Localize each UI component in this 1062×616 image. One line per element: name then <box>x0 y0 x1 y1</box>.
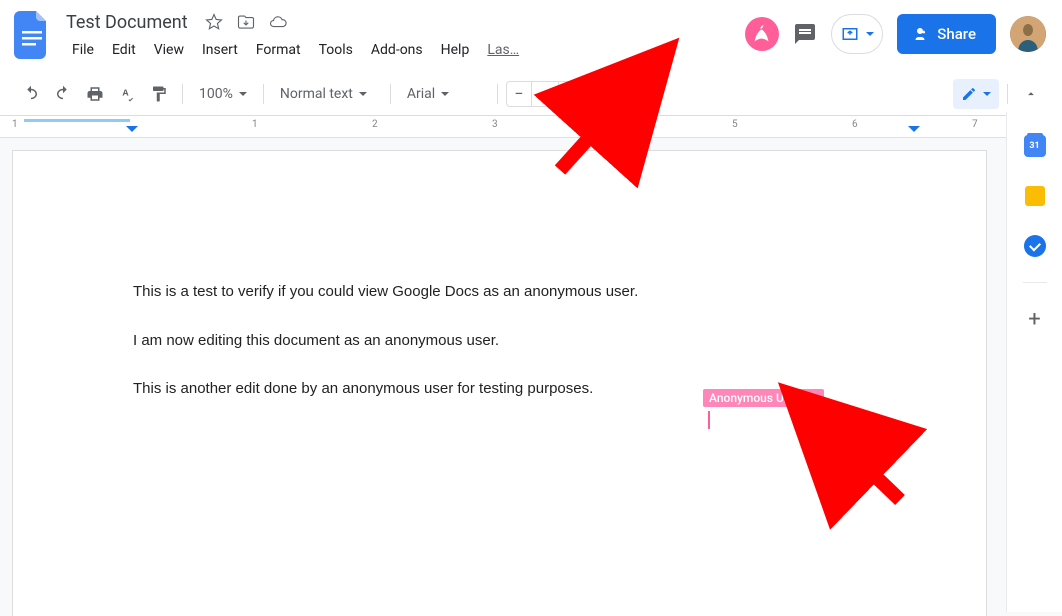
side-panel: 31 + <box>1006 112 1062 612</box>
ruler-tick: 6 <box>852 119 858 130</box>
title-area: Test Document File Edit View Insert Form… <box>60 8 527 62</box>
move-icon[interactable] <box>234 10 258 34</box>
menu-format[interactable]: Format <box>248 38 309 62</box>
menu-insert[interactable]: Insert <box>194 38 246 62</box>
document-page[interactable]: This is a test to verify if you could vi… <box>12 150 987 616</box>
ruler-tick: 1 <box>252 119 258 130</box>
undo-button[interactable] <box>16 79 46 109</box>
menu-help[interactable]: Help <box>433 38 478 62</box>
font-dropdown[interactable]: Arial <box>399 79 489 109</box>
caret-down-icon <box>239 92 247 96</box>
app-header: Test Document File Edit View Insert Form… <box>0 0 1062 68</box>
menu-view[interactable]: View <box>146 38 192 62</box>
menu-bar: File Edit View Insert Format Tools Add-o… <box>60 38 527 62</box>
font-size-decrease[interactable]: − <box>507 82 531 106</box>
paragraph[interactable]: This is a test to verify if you could vi… <box>133 281 876 304</box>
more-toolbar-button[interactable] <box>598 79 628 109</box>
ruler-left-indent[interactable] <box>126 126 138 134</box>
caret-down-icon <box>359 92 367 96</box>
present-button[interactable] <box>831 14 883 54</box>
collaborator-cursor-label: Anonymous Unicorn <box>703 389 824 407</box>
share-button[interactable]: Share <box>897 14 996 54</box>
anonymous-user-avatar[interactable] <box>745 17 779 51</box>
toolbar: 100% Normal text Arial − + <box>0 72 1062 116</box>
ruler-tick: 5 <box>732 119 738 130</box>
document-canvas[interactable]: This is a test to verify if you could vi… <box>0 138 1062 616</box>
paragraph-style-dropdown[interactable]: Normal text <box>272 79 382 109</box>
ruler-tick: 4 <box>612 119 618 130</box>
present-caret-icon <box>866 32 874 36</box>
menu-tools[interactable]: Tools <box>311 38 361 62</box>
paragraph[interactable]: I am now editing this document as an ano… <box>133 330 876 353</box>
paint-format-button[interactable] <box>144 79 174 109</box>
menu-edit[interactable]: Edit <box>104 38 144 62</box>
caret-down-icon <box>983 92 991 96</box>
caret-down-icon <box>441 92 449 96</box>
ruler-margin-bar <box>24 119 130 122</box>
comment-history-icon[interactable] <box>793 22 817 46</box>
ruler-tick: 3 <box>492 119 498 130</box>
ruler-tick: 7 <box>972 119 978 130</box>
collaborator-cursor <box>708 411 710 429</box>
cloud-status-icon[interactable] <box>266 10 290 34</box>
menu-addons[interactable]: Add-ons <box>363 38 431 62</box>
font-size-increase[interactable]: + <box>563 82 587 106</box>
tasks-icon[interactable] <box>1021 232 1049 260</box>
last-edit-link[interactable]: Las… <box>479 38 527 62</box>
account-avatar[interactable] <box>1010 16 1046 52</box>
menu-file[interactable]: File <box>64 38 102 62</box>
star-icon[interactable] <box>202 10 226 34</box>
side-panel-separator <box>1023 282 1047 283</box>
redo-button[interactable] <box>48 79 78 109</box>
print-button[interactable] <box>80 79 110 109</box>
horizontal-ruler[interactable]: 1 1 2 3 4 5 6 7 <box>0 116 1062 138</box>
font-size-group: − + <box>506 81 588 107</box>
spellcheck-button[interactable] <box>112 79 142 109</box>
addons-plus-icon[interactable]: + <box>1021 305 1049 333</box>
zoom-dropdown[interactable]: 100% <box>191 79 255 109</box>
font-size-input[interactable] <box>531 82 559 106</box>
ruler-tick: 1 <box>12 119 18 130</box>
ruler-tick: 2 <box>372 119 378 130</box>
editing-mode-dropdown[interactable] <box>953 79 999 109</box>
collapse-toolbar-button[interactable] <box>1016 79 1046 109</box>
keep-icon[interactable] <box>1021 182 1049 210</box>
ruler-right-indent[interactable] <box>908 126 920 134</box>
docs-logo[interactable] <box>12 8 52 62</box>
document-title[interactable]: Test Document <box>60 10 194 35</box>
calendar-icon[interactable]: 31 <box>1021 132 1049 160</box>
share-label: Share <box>937 25 976 43</box>
